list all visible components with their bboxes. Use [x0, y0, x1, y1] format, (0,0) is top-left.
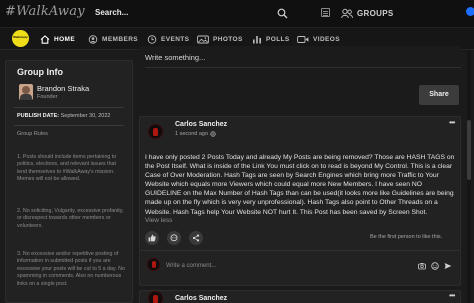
polls-icon: [253, 35, 261, 43]
post-author-avatar[interactable]: [148, 124, 163, 139]
group-rule: 3. No excessive and/or repetitive postin…: [17, 251, 125, 287]
composer-input[interactable]: Write something...: [145, 53, 205, 62]
group-info-panel: Group Info Brandon Straka Founder PUBLIS…: [5, 60, 133, 303]
events-icon: [147, 34, 157, 44]
group-logo-text: WalkAway: [13, 35, 28, 39]
divider: [14, 107, 124, 108]
home-icon: [40, 34, 50, 44]
founder-avatar[interactable]: [19, 84, 33, 100]
group-rule: 1. Posts should include items pertaining…: [17, 154, 117, 183]
videos-icon: [297, 35, 309, 43]
emoji-icon[interactable]: [431, 262, 439, 270]
groups-icon[interactable]: [341, 8, 353, 19]
post-card: Carlos Sanchez 1 second ago ••• I have o…: [139, 116, 461, 286]
post-actions: [145, 231, 203, 245]
founder-role: Founder: [37, 94, 58, 100]
nav-photos-label: PHOTOS: [213, 35, 243, 43]
nav-polls-label: POLLS: [266, 35, 290, 43]
send-icon[interactable]: [444, 262, 452, 270]
share-post-button[interactable]: [189, 231, 203, 245]
top-bar: #WalkAway Search... GROUPS: [0, 0, 474, 28]
post-card: Carlos Sanchez •••: [139, 290, 461, 303]
view-less-link[interactable]: View less: [145, 217, 172, 224]
thumbs-up-icon: [148, 234, 156, 242]
post-author-name[interactable]: Carlos Sanchez: [175, 121, 227, 128]
post-author-avatar[interactable]: [148, 291, 163, 303]
post-time-text: 1 second ago: [175, 131, 209, 137]
share-button[interactable]: Share: [419, 85, 459, 105]
globe-icon: [210, 131, 216, 137]
list-icon[interactable]: [321, 8, 330, 17]
search-input[interactable]: Search...: [95, 8, 128, 17]
post-author-name[interactable]: Carlos Sanchez: [175, 295, 227, 302]
founder-name[interactable]: Brandon Straka: [37, 84, 89, 93]
share-icon: [192, 234, 200, 242]
nav-members-label: MEMBERS: [102, 35, 139, 43]
post-composer: Write something... Share: [139, 46, 461, 111]
nav-videos-label: VIDEOS: [313, 35, 340, 43]
publish-date-value: September 30, 2022: [60, 113, 111, 119]
post-timestamp[interactable]: 1 second ago: [175, 131, 216, 137]
nav-home[interactable]: HOME: [40, 28, 75, 50]
camera-icon[interactable]: [418, 262, 426, 270]
post-body: I have only posted 2 Posts Today and alr…: [145, 154, 455, 216]
comment-input[interactable]: Write a comment...: [166, 263, 216, 269]
group-rules-heading: Group Rules: [17, 131, 48, 137]
nav-members[interactable]: MEMBERS: [88, 28, 138, 50]
groups-link[interactable]: GROUPS: [357, 9, 393, 18]
scrollbar[interactable]: [467, 50, 471, 303]
photos-icon: [197, 35, 209, 43]
divider: [145, 67, 461, 68]
comment-icon: [170, 234, 178, 242]
divider: [14, 125, 124, 126]
members-icon: [88, 34, 98, 44]
comment-button[interactable]: [167, 231, 181, 245]
like-summary: Be the first person to like this.: [370, 234, 443, 240]
publish-date: PUBLISH DATE: September 30, 2022: [17, 113, 110, 119]
group-logo[interactable]: WalkAway: [12, 30, 29, 47]
publish-date-label: PUBLISH DATE:: [17, 113, 60, 119]
nav-home-label: HOME: [54, 35, 76, 43]
commenter-avatar: [147, 258, 160, 271]
profile-indicator[interactable]: [466, 7, 474, 16]
nav-events-label: EVENTS: [161, 35, 190, 43]
divider: [140, 250, 460, 251]
group-info-title: Group Info: [17, 67, 63, 77]
post-options-icon[interactable]: •••: [449, 291, 455, 300]
group-rule: 2. No soliciting, Vulgarity, excessive p…: [17, 208, 124, 229]
scrollbar-thumb[interactable]: [467, 120, 471, 180]
app-root: #WalkAway Search... GROUPS WalkAway HOME: [0, 0, 474, 303]
like-button[interactable]: [145, 231, 159, 245]
search-icon[interactable]: [277, 8, 288, 19]
comment-tools: [418, 262, 452, 270]
brand-logo[interactable]: #WalkAway: [5, 4, 85, 19]
post-options-icon[interactable]: •••: [449, 118, 455, 127]
